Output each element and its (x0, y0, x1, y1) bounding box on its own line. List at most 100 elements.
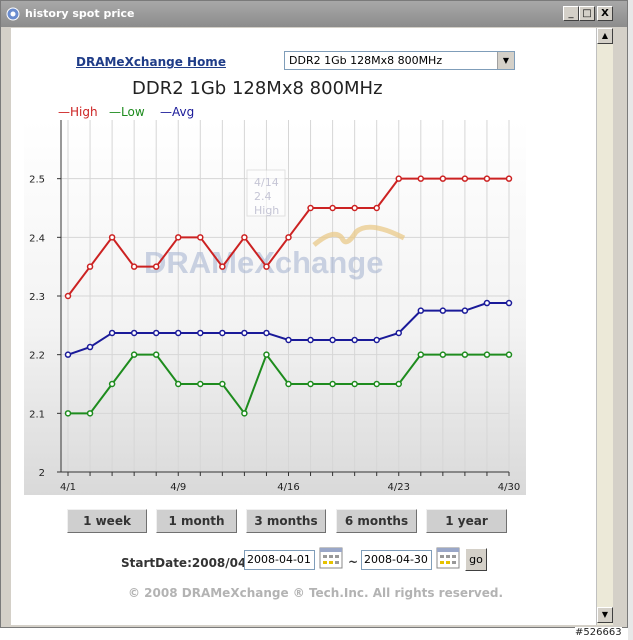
data-point-low (483, 351, 491, 358)
data-point-low (307, 380, 314, 388)
maximize-button[interactable]: □ (579, 6, 595, 21)
range-button-1-month[interactable]: 1 month (156, 509, 237, 533)
tooltip-value: 2.4 (254, 190, 272, 203)
y-tick-label: 2.2 (29, 351, 45, 362)
data-point-low (351, 380, 358, 388)
chevron-down-icon[interactable]: ▼ (497, 52, 514, 69)
data-point-avg (417, 307, 425, 314)
window-app-icon (6, 7, 20, 21)
data-point-high (461, 175, 469, 182)
data-point-avg (219, 329, 226, 337)
window-title: history spot price (25, 7, 135, 20)
data-point-high (219, 263, 226, 270)
end-date-input[interactable]: 2008-04-30 (361, 550, 432, 570)
minimize-button[interactable]: _ (563, 6, 579, 21)
data-point-high (351, 204, 358, 212)
data-point-avg (175, 329, 182, 337)
legend-avg-label: Avg (172, 105, 195, 119)
legend-high: —High (58, 105, 98, 119)
hover-tooltip: 4/14 2.4 High (246, 169, 286, 217)
data-point-high (86, 263, 94, 270)
data-point-high (395, 175, 402, 182)
scroll-up-arrow-icon[interactable]: ▲ (597, 28, 613, 44)
start-date-label: StartDate:2008/04/1 (121, 556, 260, 570)
data-point-avg (461, 307, 469, 314)
data-point-low (64, 410, 72, 417)
data-point-low (263, 351, 270, 358)
data-point-low (175, 380, 182, 388)
data-point-low (373, 380, 380, 388)
x-tick-label: 4/1 (60, 482, 76, 493)
price-line-chart: DRAMeXchange 4/14 2.4 High 22.12.22.32.4… (24, 120, 526, 495)
y-tick-label: 2.4 (29, 233, 45, 244)
image-id-label: #526663 (575, 627, 622, 638)
data-point-avg (241, 329, 248, 337)
y-tick-label: 2.1 (29, 409, 45, 420)
data-point-avg (130, 329, 138, 337)
start-calendar-icon[interactable] (319, 547, 343, 569)
data-point-high (130, 263, 138, 270)
start-date-input[interactable]: 2008-04-01 (244, 550, 315, 570)
x-tick-label: 4/16 (277, 482, 299, 493)
range-button-1-year[interactable]: 1 year (426, 509, 507, 533)
data-point-avg (86, 343, 94, 351)
y-tick-label: 2.3 (29, 292, 45, 303)
range-button-1-week[interactable]: 1 week (67, 509, 147, 533)
data-point-low (439, 351, 447, 358)
vertical-scrollbar[interactable]: ▲ ▼ (596, 28, 613, 625)
scroll-down-arrow-icon[interactable]: ▼ (597, 607, 613, 623)
data-point-low (219, 380, 226, 388)
data-point-high (108, 234, 116, 241)
legend-low: —Low (109, 105, 145, 119)
data-point-low (505, 351, 513, 358)
data-point-avg (483, 299, 491, 307)
x-tick-label: 4/9 (170, 482, 186, 493)
outer-frame-edge (628, 0, 633, 640)
dramexchange-home-link[interactable]: DRAMeXchange Home (76, 55, 226, 69)
close-button[interactable]: X (597, 6, 613, 21)
range-button-6-months[interactable]: 6 months (336, 509, 417, 533)
data-point-avg (439, 307, 447, 314)
data-point-high (373, 204, 380, 212)
y-tick-label: 2.5 (29, 175, 45, 186)
legend-high-label: High (70, 105, 98, 119)
data-point-avg (197, 329, 204, 337)
copyright-text: © 2008 DRAMeXchange ® Tech.Inc. All righ… (128, 586, 504, 600)
legend-avg-swatch: — (160, 105, 172, 119)
data-point-low (395, 380, 402, 388)
data-point-low (417, 351, 425, 358)
data-point-high (329, 204, 336, 212)
data-point-avg (108, 329, 116, 337)
data-point-avg (263, 329, 270, 337)
data-point-low (86, 410, 94, 417)
tooltip-series: High (254, 204, 279, 217)
data-point-high (152, 263, 160, 270)
data-point-high (175, 234, 182, 241)
tooltip-date: 4/14 (254, 176, 279, 189)
data-point-avg (307, 336, 314, 344)
data-point-avg (329, 336, 336, 344)
data-point-avg (285, 336, 292, 344)
x-tick-label: 4/23 (388, 482, 410, 493)
go-button[interactable]: go (465, 548, 487, 571)
legend-low-swatch: — (109, 105, 121, 119)
legend-avg: —Avg (160, 105, 194, 119)
data-point-low (108, 380, 116, 388)
data-point-avg (351, 336, 358, 344)
product-select-value: DDR2 1Gb 128Mx8 800MHz (289, 54, 443, 67)
data-point-low (152, 351, 160, 358)
range-button-3-months[interactable]: 3 months (246, 509, 326, 533)
data-point-high (241, 234, 248, 241)
data-point-avg (395, 329, 402, 337)
data-point-avg (505, 299, 513, 307)
product-select[interactable]: DDR2 1Gb 128Mx8 800MHz ▼ (284, 51, 515, 70)
data-point-low (461, 351, 469, 358)
data-point-low (285, 380, 292, 388)
data-point-high (285, 234, 292, 241)
data-point-high (307, 204, 314, 212)
end-calendar-icon[interactable] (436, 547, 460, 569)
data-point-high (483, 175, 491, 182)
data-point-high (197, 234, 204, 241)
data-point-low (329, 380, 336, 388)
title-bar[interactable]: history spot price _ □ X (1, 1, 627, 27)
